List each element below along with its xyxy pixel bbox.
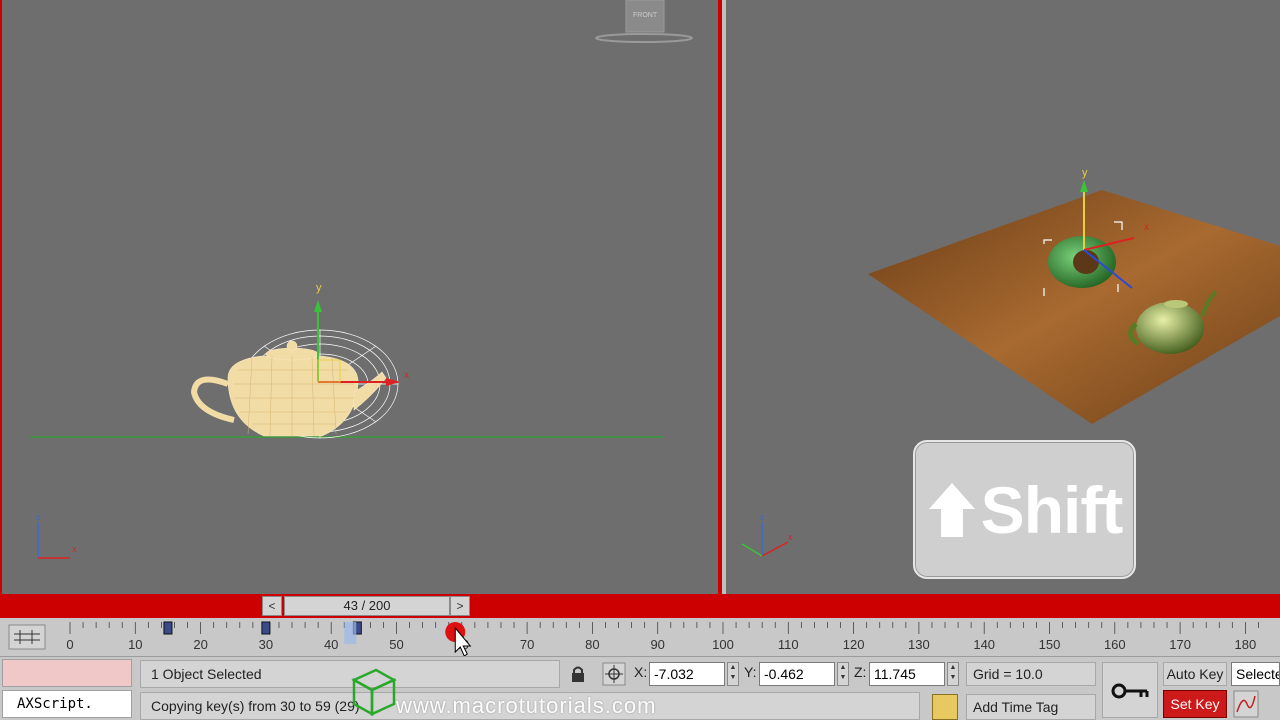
key-icon <box>1111 683 1149 699</box>
trackbar-tick-label: 40 <box>324 637 338 652</box>
trackbar-tick-label: 0 <box>66 637 73 652</box>
z-spinner[interactable]: ▲ ▼ <box>947 662 959 686</box>
trackbar-tick-label: 110 <box>778 637 799 652</box>
x-label: X: <box>634 664 648 680</box>
auto-key-button[interactable]: Auto Key <box>1163 662 1227 686</box>
svg-text:y: y <box>316 282 322 294</box>
shift-key-label: Shift <box>980 472 1124 547</box>
animation-key[interactable] <box>261 621 271 635</box>
trackbar-tick-label: 30 <box>259 637 273 652</box>
trackbar[interactable]: 0102030405060708090100110120130140150160… <box>0 618 1280 656</box>
teapot-wireframe <box>190 340 387 437</box>
watermark-cube-icon <box>351 668 397 717</box>
wood-plane <box>868 190 1280 424</box>
trackbar-tick-label: 140 <box>973 637 995 652</box>
trackbar-tick-label: 80 <box>585 637 599 652</box>
key-filter-dropdown[interactable]: Selected <box>1231 662 1280 686</box>
x-spinner[interactable]: ▲ ▼ <box>727 662 739 686</box>
trackbar-tick-label: 90 <box>650 637 664 652</box>
time-tag-icon[interactable] <box>932 694 958 720</box>
animation-key[interactable] <box>163 621 173 635</box>
svg-text:x: x <box>72 544 77 554</box>
z-coordinate-field[interactable]: 11.745 <box>869 662 945 686</box>
trackbar-tick-label: 120 <box>843 637 865 652</box>
previous-frame-button[interactable]: < <box>262 596 282 616</box>
lock-icon[interactable] <box>566 662 590 686</box>
set-key-button[interactable]: Set Key <box>1163 690 1227 718</box>
x-coordinate-field[interactable]: -7.032 <box>649 662 725 686</box>
axis-tripod-icon: z x <box>741 512 793 557</box>
add-time-tag-button[interactable]: Add Time Tag <box>966 694 1096 720</box>
maxscript-listener-output[interactable] <box>2 659 132 687</box>
curve-editor-icon[interactable] <box>1233 690 1259 718</box>
z-label: Z: <box>854 664 867 680</box>
y-spinner[interactable]: ▲ ▼ <box>837 662 849 686</box>
shift-key-overlay: Shift <box>913 440 1136 579</box>
trackbar-tick-label: 10 <box>128 637 142 652</box>
svg-text:y: y <box>1082 167 1088 179</box>
svg-text:z: z <box>760 512 765 522</box>
axis-tripod-icon: z x <box>36 512 77 559</box>
svg-text:z: z <box>36 512 41 522</box>
viewport-divider[interactable] <box>718 0 726 594</box>
trackbar-tick-label: 180 <box>1235 637 1257 652</box>
trackbar-tick-label: 160 <box>1104 637 1126 652</box>
time-slider-track[interactable] <box>0 594 1280 618</box>
watermark-text: www.macrotutorials.com <box>396 693 657 718</box>
maxscript-listener-input[interactable]: AXScript. <box>2 690 132 718</box>
set-keys-button[interactable] <box>1102 662 1158 718</box>
trackbar-tick-label: 170 <box>1169 637 1191 652</box>
trackbar-tick-label: 100 <box>712 637 734 652</box>
max-window: y x z x FRONT y x z x Shift < 43 / 200 >… <box>0 0 1280 720</box>
svg-text:x: x <box>1144 222 1149 233</box>
viewcube-icon[interactable] <box>595 0 693 43</box>
y-label: Y: <box>744 664 757 680</box>
next-frame-button[interactable]: > <box>450 596 470 616</box>
trackbar-tick-label: 20 <box>193 637 207 652</box>
viewcube-label: FRONT <box>633 12 658 19</box>
trackbar-tick-label: 50 <box>389 637 403 652</box>
svg-text:x: x <box>404 370 409 381</box>
trackbar-tick-label: 150 <box>1039 637 1061 652</box>
svg-text:x: x <box>788 532 793 542</box>
grid-spacing: Grid = 10.0 <box>966 662 1096 686</box>
y-coordinate-field[interactable]: -0.462 <box>759 662 835 686</box>
up-arrow-icon <box>928 482 975 537</box>
key-selection-highlight <box>344 622 357 644</box>
time-config-icon[interactable] <box>8 624 46 650</box>
absolute-mode-icon[interactable] <box>602 662 626 686</box>
trackbar-tick-label: 70 <box>520 637 534 652</box>
trackbar-tick-label: 130 <box>908 637 930 652</box>
viewport-front[interactable]: y x z x FRONT <box>0 0 718 594</box>
time-slider-thumb[interactable]: 43 / 200 <box>284 596 450 616</box>
